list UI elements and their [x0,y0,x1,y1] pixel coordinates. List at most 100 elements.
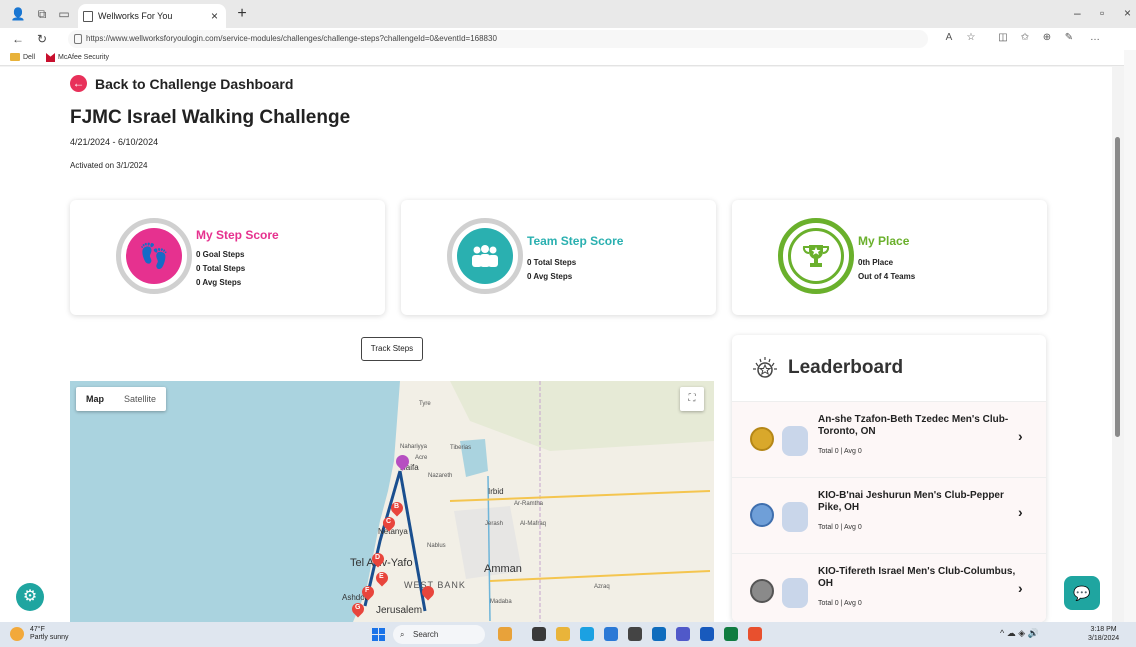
map-label: Nazareth [428,473,453,479]
my-step-ring: 👣 [116,218,192,294]
map-view-button[interactable]: Map [76,387,114,411]
store-icon[interactable] [604,627,618,641]
map-canvas [70,381,714,622]
taskview-icon[interactable] [532,627,546,641]
gold-medal-icon [750,427,774,451]
copilot-icon[interactable] [498,627,512,641]
fullscreen-icon[interactable]: ⛶ [680,387,704,411]
time: 3:18 PM [1090,626,1117,633]
place-rank: 0th Place [858,258,894,267]
system-tray-icons[interactable]: ^ ☁ ◈ 🔊 [1000,628,1039,639]
map-label: Acre [415,455,428,461]
back-to-dashboard-link[interactable]: ← Back to Challenge Dashboard [70,75,293,92]
bookmark-mcafee[interactable]: McAfee Security [46,53,109,62]
read-aloud-icon[interactable]: A [942,32,956,43]
marker-label: D [375,554,381,561]
leaderboard-title: Leaderboard [788,357,904,378]
route-map[interactable]: Tyre Nahariyya Acre Haifa Tiberias Nazar… [70,381,714,622]
satellite-view-button[interactable]: Satellite [114,387,166,411]
address-row: ← ↻ https://www.wellworksforyoulogin.com… [0,28,1136,50]
challenge-dates: 4/21/2024 - 6/10/2024 [70,137,159,147]
profile-icon[interactable]: 👤 [10,6,26,22]
bookmark-label: McAfee Security [58,54,109,61]
close-tab-icon[interactable]: × [211,4,218,28]
team-stats: Total 0 | Avg 0 [818,600,862,607]
minimize-icon[interactable]: – [1074,6,1081,20]
collections-icon[interactable]: ⊕ [1040,32,1054,43]
leaderboard-row[interactable]: KIO-B'nai Jeshurun Men's Club-Pepper Pik… [732,477,1046,553]
leaderboard-row[interactable]: An-she Tzafon-Beth Tzedec Men's Club-Tor… [732,401,1046,477]
favorite-star-icon[interactable]: ☆ [964,32,978,43]
address-bar[interactable]: https://www.wellworksforyoulogin.com/ser… [68,30,928,48]
team-stats: Total 0 | Avg 0 [818,448,862,455]
back-arrow-icon: ← [70,75,87,92]
weather-widget[interactable]: 47°F Partly sunny [30,626,69,642]
new-tab-button[interactable]: + [232,4,252,24]
settings-gear-icon[interactable]: ⚙ [16,583,44,611]
team-total-steps: 0 Total Steps [527,258,577,267]
map-type-toggle: Map Satellite [76,387,167,411]
bookmark-label: Dell [23,53,36,61]
map-label: WEST BANK [404,580,466,590]
map-label: Jerash [485,521,504,527]
team-name: KIO-Tifereth Israel Men's Club-Columbus,… [818,566,1016,589]
map-label: Madaba [490,599,512,605]
word-icon[interactable] [700,627,714,641]
teams-icon[interactable] [676,627,690,641]
map-label: Netanya [378,527,408,536]
file-explorer-icon[interactable] [556,627,570,641]
outlook-icon[interactable] [652,627,666,641]
excel-icon[interactable] [724,627,738,641]
leaderboard-header: Leaderboard [750,355,903,381]
card-title: My Step Score [196,228,279,242]
marker-label: B [394,503,400,510]
track-steps-button[interactable]: Track Steps [361,337,423,361]
avg-steps: 0 Avg Steps [196,278,242,287]
favorites-icon[interactable]: ✩ [1018,32,1032,43]
back-arrow-icon[interactable]: ← [10,31,26,47]
windows-start-icon[interactable] [372,628,385,641]
leaderboard-panel: Leaderboard An-she Tzafon-Beth Tzedec Me… [732,335,1046,622]
more-icon[interactable]: … [1088,32,1102,43]
map-label: Tiberias [450,445,472,451]
card-title: Team Step Score [527,234,624,248]
browser-sidebar [1124,50,1136,622]
close-window-icon[interactable]: × [1124,6,1131,20]
avatar [782,578,808,608]
my-step-score-card: 👣 My Step Score 0 Goal Steps 0 Total Ste… [70,200,385,315]
bookmark-dell[interactable]: Dell [10,53,35,61]
clock[interactable]: 3:18 PM 3/18/2024 [1088,625,1119,643]
lock-icon [74,34,82,44]
activated-date: Activated on 3/1/2024 [70,161,148,170]
team-people-svg [472,245,498,267]
browser-tab[interactable]: Wellworks For You × [78,4,226,28]
refresh-icon[interactable]: ↻ [34,31,50,47]
extensions-icon[interactable]: ✎ [1062,32,1076,43]
app-icon[interactable] [748,627,762,641]
dell-icon[interactable] [628,627,642,641]
chevron-right-icon[interactable]: › [1018,428,1023,444]
chat-icon[interactable]: 💬 [1064,576,1100,610]
search-label: Search [413,630,439,639]
tab-actions-icon[interactable]: ▭ [56,6,72,22]
split-screen-icon[interactable]: ◫ [996,32,1010,43]
edge-icon[interactable] [580,627,594,641]
leaderboard-row[interactable]: KIO-Tifereth Israel Men's Club-Columbus,… [732,553,1046,622]
chevron-right-icon[interactable]: › [1018,504,1023,520]
taskbar-search[interactable]: ⌕ Search [393,625,485,644]
map-label: Jerusalem [376,605,423,616]
weather-icon[interactable] [10,627,24,641]
favorites-bar: Dell McAfee Security [0,50,1136,66]
chevron-right-icon[interactable]: › [1018,580,1023,596]
team-step-ring [447,218,523,294]
restore-icon[interactable]: ▫ [1100,6,1104,20]
map-label: Ar-Ramtha [514,501,544,507]
scrollbar-thumb[interactable] [1115,137,1120,437]
marker-label: C [386,518,392,525]
map-label: Nablus [427,543,446,549]
workspaces-icon[interactable]: ⧉ [34,6,50,22]
back-label: Back to Challenge Dashboard [95,75,294,92]
page-scrollbar[interactable] [1112,67,1124,622]
map-label: Al-Mafraq [520,521,547,527]
team-icon [457,228,513,284]
